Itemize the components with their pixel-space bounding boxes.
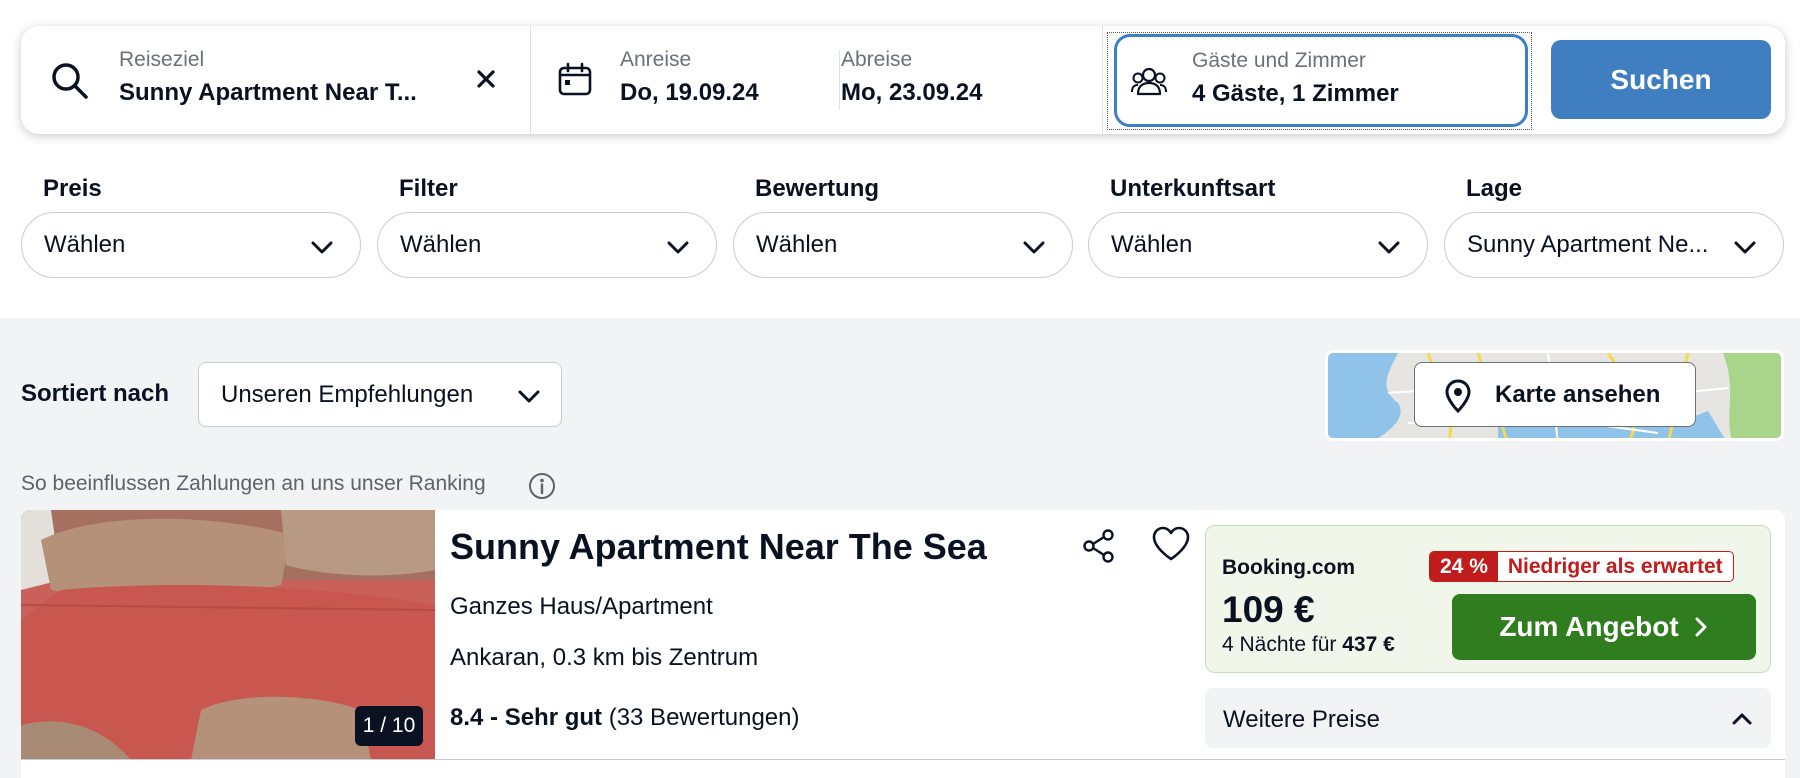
guests-field[interactable]: Gäste und Zimmer 4 Gäste, 1 Zimmer: [1114, 34, 1528, 127]
filter-title: Unterkunftsart: [1110, 175, 1276, 202]
chevron-right-icon: [1695, 617, 1707, 637]
discount-badge: 24 % Niedriger als erwartet: [1429, 551, 1734, 582]
chevron-down-icon: [311, 241, 333, 254]
map-pin-icon: [1445, 379, 1471, 413]
ranking-info-link[interactable]: So beeinflussen Zahlungen an uns unser R…: [21, 472, 486, 496]
checkout-label: Abreise: [841, 48, 913, 71]
view-offer-label: Zum Angebot: [1499, 611, 1679, 642]
chevron-down-icon: [1734, 241, 1756, 254]
show-map-label: Karte ansehen: [1495, 381, 1661, 408]
discount-percent: 24 %: [1430, 552, 1498, 581]
clear-icon[interactable]: [475, 68, 497, 90]
checkout-value: Mo, 23.09.24: [841, 79, 983, 106]
destination-field[interactable]: Reiseziel Sunny Apartment Near T...: [21, 26, 531, 134]
filter-price: Preis Wählen: [21, 174, 361, 278]
rating-count: (33 Bewertungen): [608, 704, 800, 731]
accommodation-type: Ganzes Haus/Apartment: [450, 593, 713, 620]
filter-value: Wählen: [1111, 231, 1193, 258]
info-icon[interactable]: [528, 472, 556, 500]
more-prices-label: Weitere Preise: [1223, 706, 1380, 733]
destination-label: Reiseziel: [119, 48, 205, 71]
date-divider: [839, 50, 840, 110]
guests-icon: [1131, 67, 1167, 96]
checkin-value: Do, 19.09.24: [620, 79, 759, 106]
show-map-button[interactable]: Karte ansehen: [1414, 362, 1696, 427]
rating: 8.4 - Sehr gut (33 Bewertungen): [450, 704, 799, 732]
total-amount: 437 €: [1342, 633, 1395, 656]
deal-box: Booking.com 24 % Niedriger als erwartet …: [1205, 525, 1771, 673]
chevron-down-icon: [1023, 241, 1045, 254]
filter-location: Lage Sunny Apartment Ne...: [1444, 174, 1784, 278]
destination-value: Sunny Apartment Near T...: [119, 79, 417, 106]
filter-title: Filter: [399, 175, 458, 202]
sort-select[interactable]: Unseren Empfehlungen: [198, 362, 562, 427]
provider-name: Booking.com: [1222, 556, 1356, 579]
total-price: 4 Nächte für 437 €: [1222, 633, 1395, 657]
sort-label: Sortiert nach: [21, 380, 170, 407]
filter-value: Sunny Apartment Ne...: [1467, 231, 1709, 258]
filter-accommodation-type: Unterkunftsart Wählen: [1088, 174, 1428, 278]
rating-score: 8.4 - Sehr gut: [450, 704, 603, 731]
search-button[interactable]: Suchen: [1551, 40, 1771, 119]
filter-title: Bewertung: [755, 175, 880, 202]
calendar-icon: [558, 62, 592, 96]
result-card: 1 / 10 Sunny Apartment Near The Sea Ganz…: [21, 510, 1785, 778]
location-text: Ankaran, 0.3 km bis Zentrum: [450, 644, 759, 671]
dates-field: [531, 26, 1103, 134]
filter-accommodation-select[interactable]: Wählen: [1088, 212, 1428, 278]
filter-value: Wählen: [44, 231, 126, 258]
top-area: Reiseziel Sunny Apartment Near T... Anre…: [0, 0, 1800, 318]
share-icon[interactable]: [1081, 528, 1117, 564]
price-per-night: 109 €: [1222, 589, 1315, 630]
sort-value: Unseren Empfehlungen: [221, 381, 474, 408]
filter-location-select[interactable]: Sunny Apartment Ne...: [1444, 212, 1784, 278]
view-offer-button[interactable]: Zum Angebot: [1452, 594, 1756, 660]
filter-filter-select[interactable]: Wählen: [377, 212, 717, 278]
more-prices-toggle[interactable]: Weitere Preise: [1205, 688, 1771, 748]
hotel-name[interactable]: Sunny Apartment Near The Sea: [450, 526, 987, 568]
filter-value: Wählen: [400, 231, 482, 258]
filter-rating: Bewertung Wählen: [733, 174, 1073, 278]
nights-text: 4 Nächte für: [1222, 633, 1337, 656]
filter-filter: Filter Wählen: [377, 174, 717, 278]
property-photo[interactable]: 1 / 10: [21, 510, 435, 760]
chevron-down-icon: [1378, 241, 1400, 254]
filter-title: Preis: [43, 175, 102, 202]
filter-price-select[interactable]: Wählen: [21, 212, 361, 278]
guests-value: 4 Gäste, 1 Zimmer: [1192, 80, 1399, 107]
card-divider: [21, 759, 1785, 760]
heart-icon[interactable]: [1151, 526, 1191, 562]
filter-value: Wählen: [756, 231, 838, 258]
search-icon: [52, 63, 88, 99]
guests-label: Gäste und Zimmer: [1192, 49, 1366, 72]
photo-counter: 1 / 10: [355, 706, 423, 746]
chevron-down-icon: [667, 241, 689, 254]
filter-rating-select[interactable]: Wählen: [733, 212, 1073, 278]
discount-text: Niedriger als erwartet: [1507, 554, 1723, 578]
chevron-down-icon: [518, 390, 540, 403]
checkin-label: Anreise: [620, 48, 692, 71]
filter-title: Lage: [1466, 175, 1523, 202]
chevron-up-icon: [1732, 713, 1752, 725]
